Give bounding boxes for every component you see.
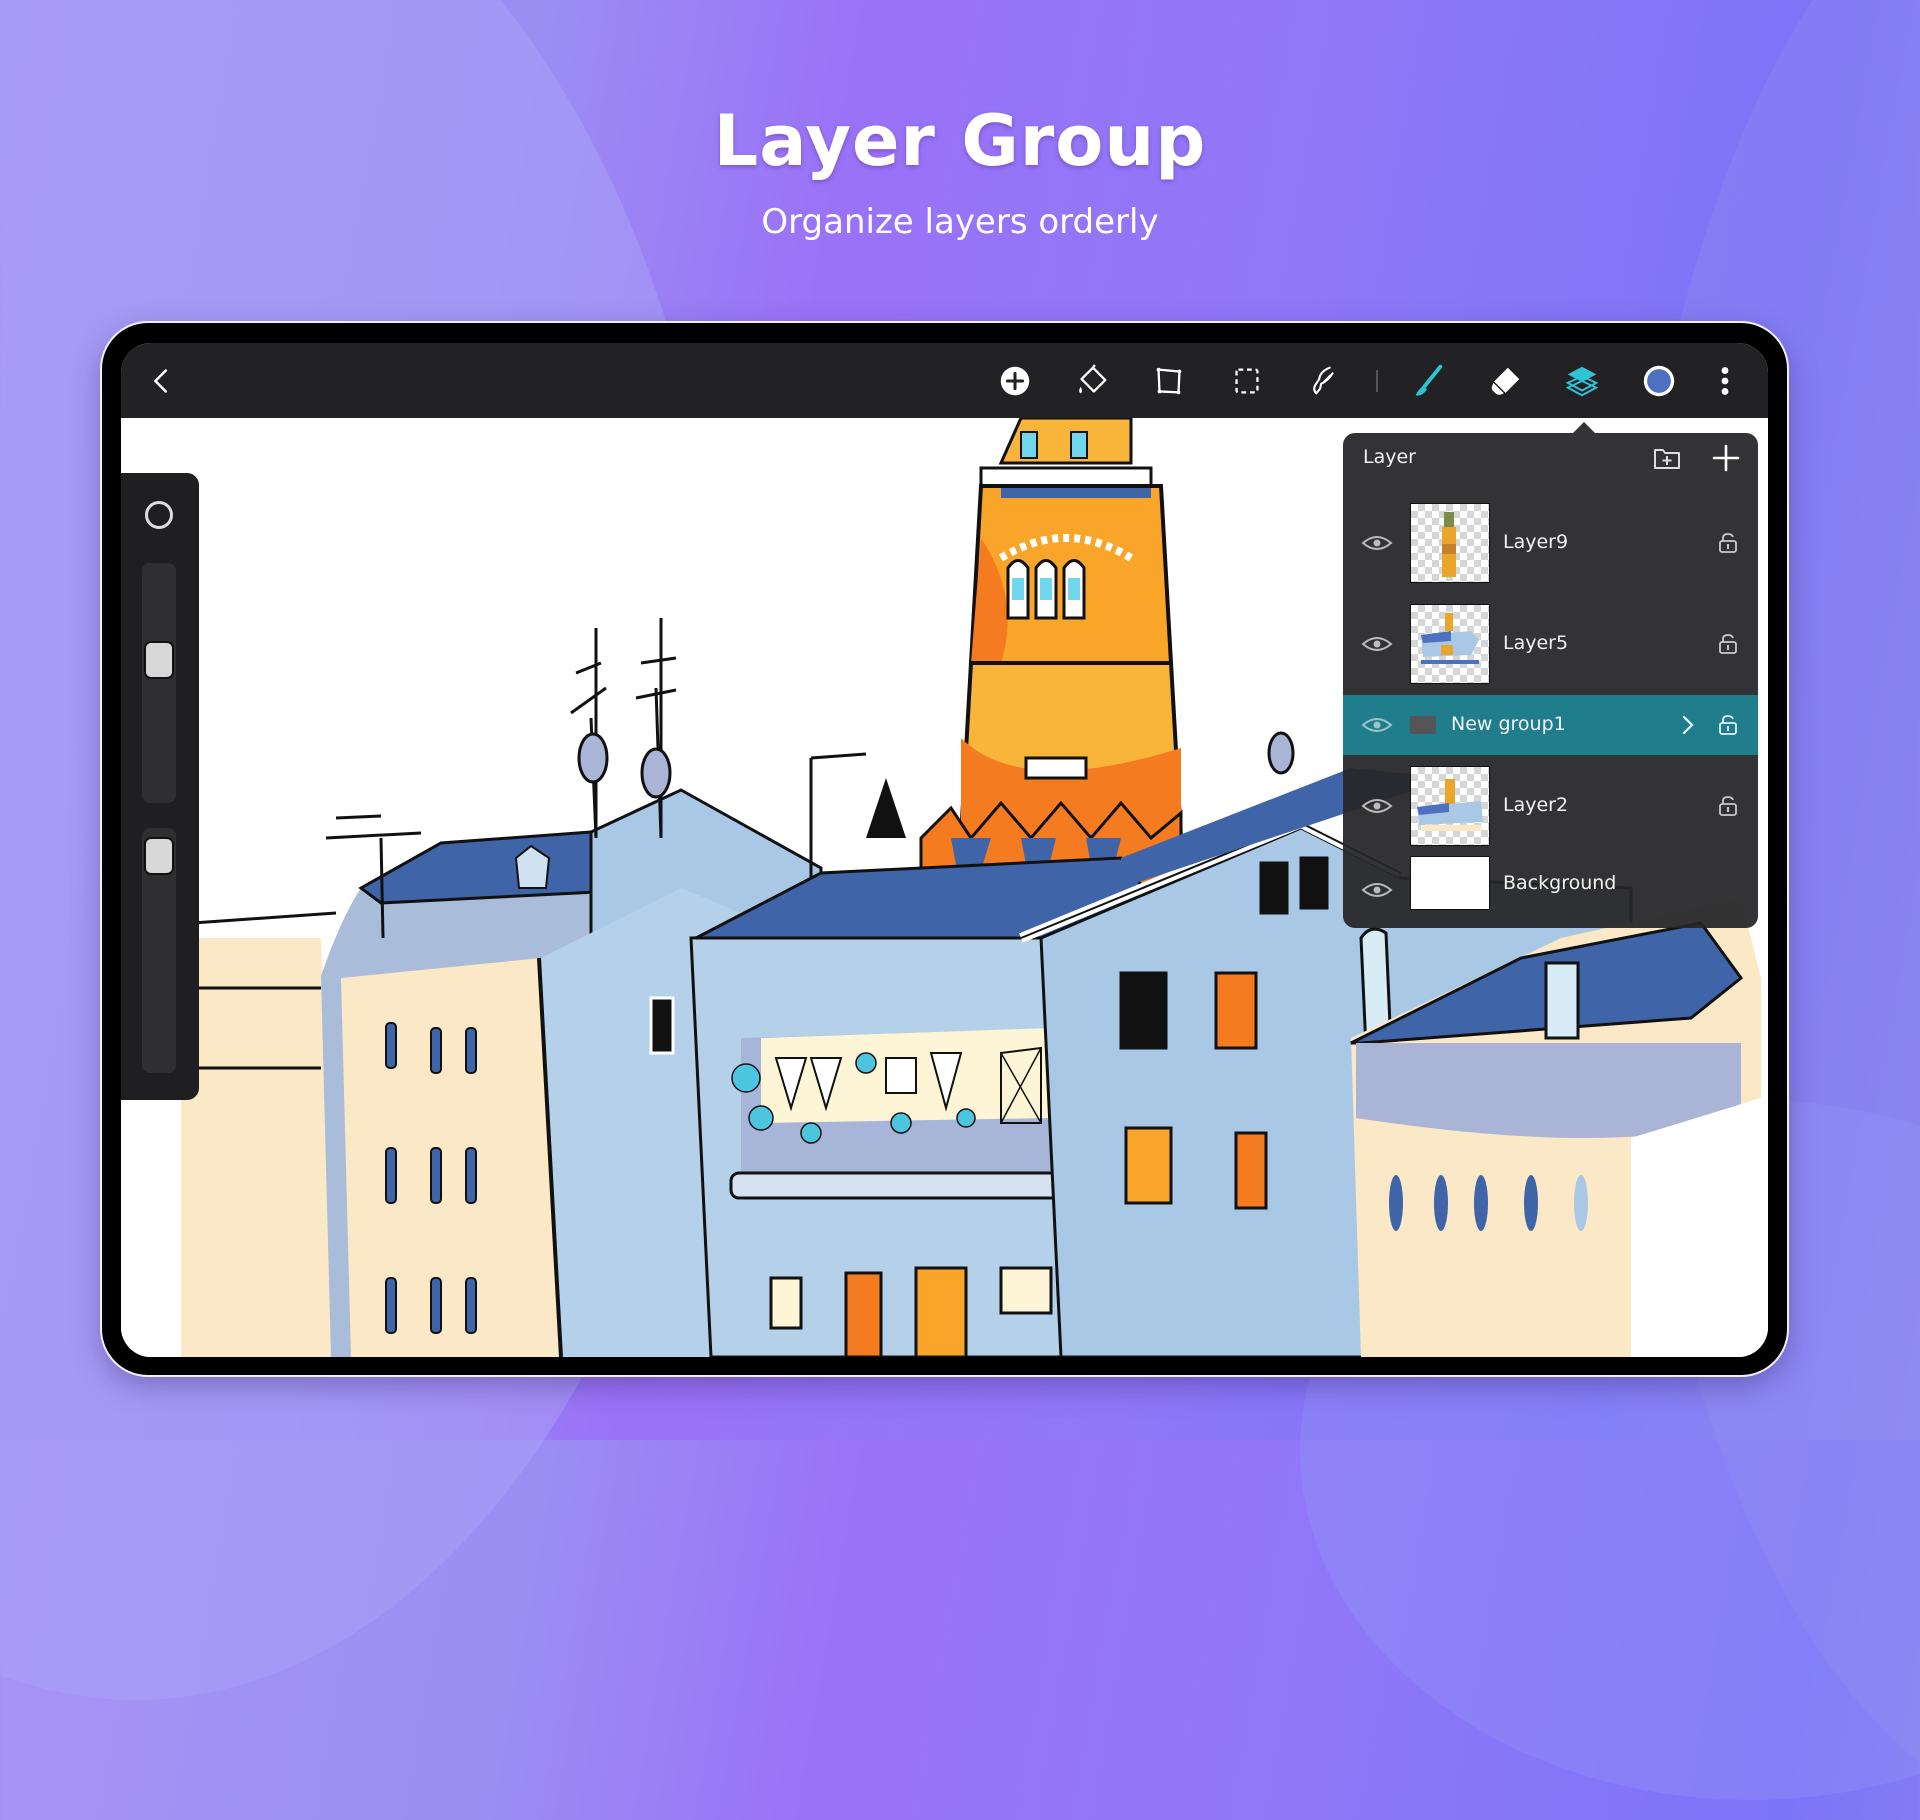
eye-icon[interactable] [1361,634,1393,654]
layer-name: Layer5 [1503,632,1569,654]
more-menu-button[interactable] [1705,361,1745,401]
color-swatch-icon [1643,365,1675,397]
layer-panel: Layer Layer9 Layer5 New group1 Layer2 Ba… [1343,422,1758,928]
layer-name: Background [1503,872,1617,894]
layer-row-background[interactable]: Background [1343,855,1758,925]
transform-icon [1156,367,1182,395]
brush-size-slider[interactable] [142,563,176,803]
layer-thumbnail [1410,503,1490,583]
unlock-icon[interactable] [1717,714,1739,736]
buildings-thumbnail-icon [1421,613,1479,664]
add-layer-button[interactable] [1709,441,1743,475]
back-button[interactable] [142,361,182,401]
layer-thumbnail [1410,766,1490,846]
layer-row-layer9[interactable]: Layer9 [1343,498,1758,588]
eraser-tool-button[interactable] [1485,361,1525,401]
brush-tool-button[interactable] [1408,361,1448,401]
marquee-select-icon [1235,368,1259,394]
add-group-button[interactable] [1650,441,1684,475]
selection-tool-button[interactable] [1227,361,1267,401]
layer-row-layer5[interactable]: Layer5 [1343,599,1758,689]
unlock-icon[interactable] [1717,633,1739,655]
eye-icon[interactable] [1361,533,1393,553]
layer-panel-title: Layer [1363,446,1416,468]
unlock-icon[interactable] [1717,795,1739,817]
layer-row-new-group1[interactable]: New group1 [1343,695,1758,755]
add-tool-button[interactable] [995,361,1035,401]
top-toolbar [121,343,1768,418]
smudge-tool-button[interactable] [1303,361,1343,401]
layer-name: Layer9 [1503,531,1569,553]
smudge-finger-icon [1313,366,1334,395]
layer-thumbnail [1410,856,1490,910]
tablet-frame: Layer Layer9 Layer5 New group1 Layer2 Ba… [102,323,1787,1375]
brush-size-slider-thumb[interactable] [146,643,172,677]
tower-thumbnail-icon [1442,512,1456,577]
eye-icon[interactable] [1361,880,1393,900]
brush-opacity-slider[interactable] [142,828,176,1073]
eraser-icon [1490,367,1520,397]
chevron-right-icon[interactable] [1680,715,1696,735]
group-name: New group1 [1451,713,1566,735]
hero-subtitle: Organize layers orderly [761,202,1159,242]
brush-opacity-slider-thumb[interactable] [146,839,172,873]
folder-plus-icon [1654,449,1680,469]
eye-icon[interactable] [1361,796,1393,816]
hero-title: Layer Group [713,100,1207,182]
unlock-icon[interactable] [1717,532,1739,554]
layers-tool-button[interactable] [1562,361,1602,401]
layers-icon [1565,366,1599,397]
brush-preview-icon [145,501,173,529]
toolbar-divider [1376,370,1378,392]
plus-icon [1712,444,1740,472]
plus-circle-icon [1000,366,1030,396]
more-vertical-icon [1721,367,1729,395]
transform-tool-button[interactable] [1149,361,1189,401]
app-screen: Layer Layer9 Layer5 New group1 Layer2 Ba… [121,343,1768,1357]
layer-row-layer2[interactable]: Layer2 [1343,761,1758,851]
paint-bucket-icon [1079,364,1107,394]
chevron-left-icon [154,369,168,393]
eye-icon[interactable] [1361,715,1393,735]
fill-tool-button[interactable] [1072,361,1112,401]
scene-thumbnail-icon [1417,779,1483,831]
brush-settings-panel [121,473,199,1100]
color-picker-button[interactable] [1639,361,1679,401]
layer-thumbnail [1410,604,1490,684]
brush-icon [1415,364,1443,396]
layer-name: Layer2 [1503,794,1569,816]
folder-icon [1410,716,1436,734]
